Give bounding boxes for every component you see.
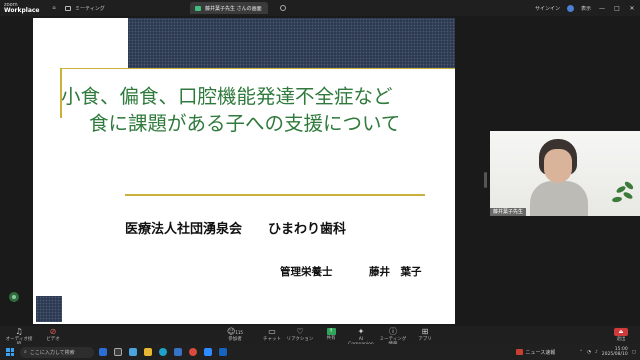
share-icon: ↑ — [326, 328, 336, 335]
notification-icon[interactable]: ▢ — [632, 350, 636, 355]
apps-label: アプリ — [418, 337, 432, 342]
leave-button[interactable]: ⏏ 退出 — [606, 328, 636, 342]
taskbar-app-copilot[interactable] — [97, 346, 109, 358]
headphones-icon: ♫ — [15, 327, 23, 336]
volume-icon[interactable]: ♪ — [595, 350, 598, 355]
leave-label: 退出 — [616, 337, 626, 342]
system-tray: ニュース速報 ⌃ ◔ ♪ 15:00 2025/08/10 ▢ — [516, 344, 636, 360]
zoom-logo: zoom Workplace — [0, 2, 40, 14]
slide-header-band — [128, 18, 455, 68]
participant-video[interactable]: 藤井葉子先生 — [490, 131, 640, 216]
participants-count: 115 — [235, 330, 243, 335]
video-label: ビデオ — [46, 337, 60, 342]
tab-meeting-label: ミーティング — [75, 5, 105, 12]
tab-meeting[interactable]: ミーティング — [60, 2, 130, 14]
news-widget[interactable]: ニュース速報 — [516, 349, 555, 356]
taskbar-app-edge[interactable] — [157, 346, 169, 358]
chat-label: チャット — [263, 337, 281, 342]
search-icon: ⌕ — [24, 349, 27, 355]
tab-shared-screen[interactable]: 藤井葉子先生 さんの画面 — [190, 2, 286, 14]
participant-body — [530, 181, 588, 216]
plant-image — [610, 180, 636, 216]
taskbar-app-explorer[interactable] — [142, 346, 154, 358]
taskbar-app-zoom[interactable] — [202, 346, 214, 358]
news-label: ニュース速報 — [525, 349, 556, 356]
participants-icon: ☺115 — [227, 327, 243, 336]
app-status-icon[interactable] — [9, 292, 19, 302]
signin-link[interactable]: サインイン — [535, 5, 560, 12]
info-icon: ⓘ — [389, 327, 397, 336]
chat-icon: ▭ — [268, 327, 276, 336]
slide-title-line1: 小食、偏食、口腔機能発達不全症など — [61, 85, 393, 108]
participants-button[interactable]: ☺115 参加者 — [220, 327, 250, 343]
home-icon: ⌂ — [52, 5, 56, 11]
taskbar-app-chrome[interactable] — [187, 346, 199, 358]
tab-close-icon[interactable] — [280, 5, 286, 11]
participant-face — [544, 149, 572, 183]
brand-line2: Workplace — [4, 7, 40, 14]
heart-icon: ♡ — [296, 327, 304, 336]
slide-presenter: 藤井 葉子 — [369, 266, 422, 278]
meeting-icon — [65, 5, 71, 11]
tab-home[interactable]: ⌂ — [48, 2, 60, 14]
taskbar-search[interactable]: ⌕ ここに入力して検索 — [20, 346, 94, 358]
window-controls: サインイン 表示 — □ ✕ — [535, 0, 636, 16]
reactions-button[interactable]: ♡ リアクション — [285, 327, 315, 343]
video-off-icon: ⊘ — [49, 327, 57, 336]
slide-corner-square — [36, 296, 62, 322]
avatar[interactable] — [566, 4, 574, 12]
taskbar-app-store[interactable] — [172, 346, 184, 358]
sparkle-icon: ✦ — [357, 327, 365, 336]
apps-icon: ⊞ — [421, 327, 429, 336]
apps-button[interactable]: ⊞ アプリ — [410, 327, 440, 343]
react-label: リアクション — [286, 337, 314, 342]
close-button[interactable]: ✕ — [628, 5, 636, 12]
clock-date: 2025/08/10 — [601, 352, 628, 357]
participants-label: 参加者 — [228, 337, 242, 342]
slide-divider — [125, 194, 425, 196]
share-label: 共有 — [326, 336, 336, 341]
system-clock[interactable]: 15:00 2025/08/10 — [602, 347, 628, 357]
video-button[interactable]: ⊘ ビデオ — [38, 327, 68, 343]
tab-share-label: 藤井葉子先生 さんの画面 — [205, 5, 262, 12]
slide-organization: 医療法人社団湧泉会 ひまわり歯科 — [125, 222, 347, 237]
chat-button[interactable]: ▭ チャット — [257, 327, 287, 343]
taskbar-app-outlook[interactable] — [217, 346, 229, 358]
slide-title-line2: 食に課題がある子への支援について — [89, 112, 401, 135]
share-button[interactable]: ↑ 共有 — [316, 328, 346, 341]
screen-share-icon — [195, 5, 201, 11]
chevron-up-icon[interactable]: ⌃ — [579, 350, 583, 355]
maximize-button[interactable]: □ — [613, 5, 621, 12]
news-icon — [516, 349, 524, 355]
network-icon[interactable]: ◔ — [587, 350, 591, 355]
taskbar-app-photos[interactable] — [127, 346, 139, 358]
slide-role: 管理栄養士 — [280, 266, 333, 278]
panel-resize-handle[interactable] — [484, 172, 487, 188]
search-placeholder: ここに入力して検索 — [29, 349, 75, 356]
view-button[interactable]: 表示 — [581, 5, 591, 12]
shared-slide: 小食、偏食、口腔機能発達不全症など 食に課題がある子への支援について 医療法人社… — [33, 18, 455, 324]
slide-accent-line — [60, 68, 455, 69]
taskbar-app-task-view[interactable] — [112, 346, 124, 358]
participant-name: 藤井葉子先生 — [490, 208, 527, 216]
start-button[interactable] — [6, 348, 14, 356]
title-bar: zoom Workplace ⌂ ミーティング 藤井葉子先生 さんの画面 サイン… — [0, 0, 640, 16]
leave-icon: ⏏ — [614, 328, 628, 336]
minimize-button[interactable]: — — [598, 5, 606, 12]
meeting-toolbar: ♫ オーディオ接続 ⊘ ビデオ ☺115 参加者 ▭ チャット ♡ リアクション… — [0, 326, 640, 347]
